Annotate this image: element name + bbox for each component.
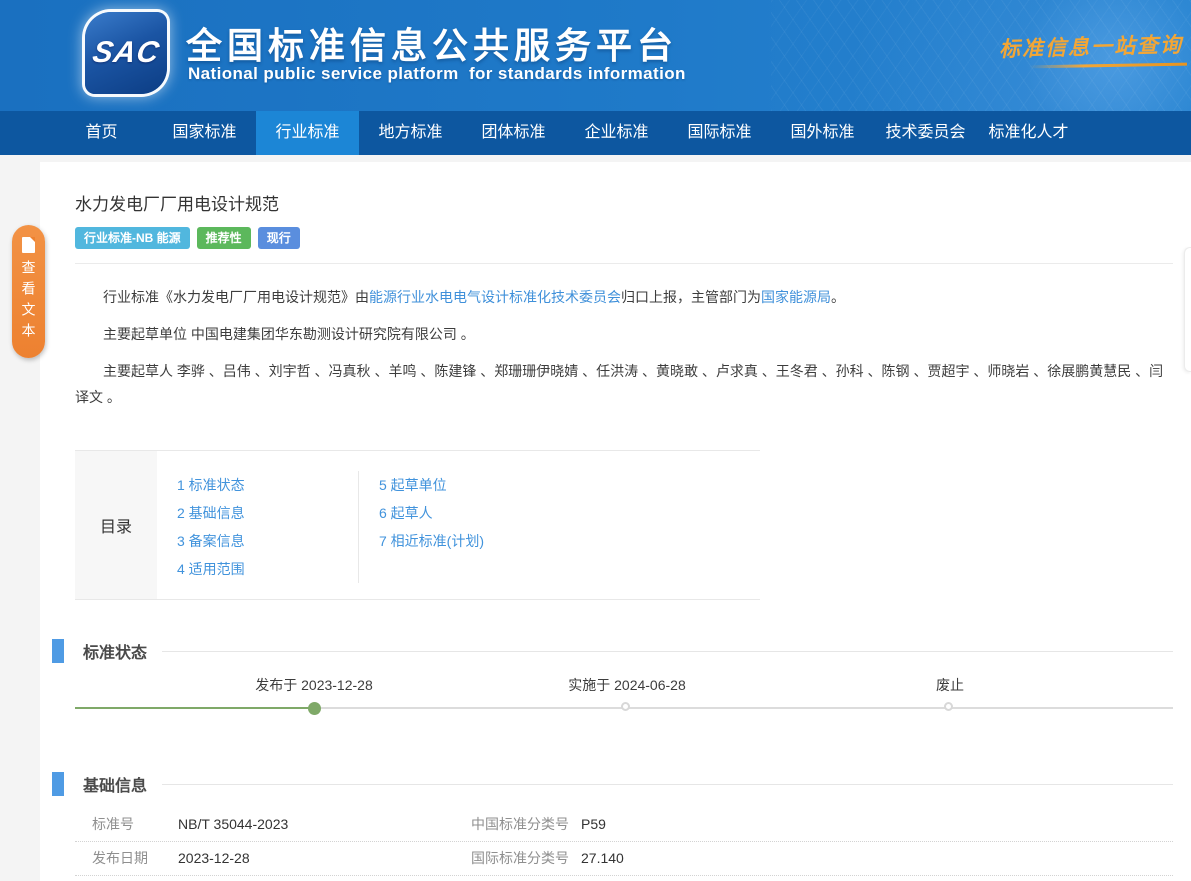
china-classification-label: 中国标准分类号 <box>471 814 581 834</box>
milestone-abolished-label: 废止 <box>840 675 1060 695</box>
nav-item-enterprise-standards[interactable]: 企业标准 <box>565 111 668 155</box>
site-subtitle: National public service platform for sta… <box>188 64 686 84</box>
table-row: 实施日期 2024-06-28 归口单位 能源行业水电电气设计标准化技术委员会 <box>75 876 1173 881</box>
sac-logo[interactable]: SAC <box>85 12 167 94</box>
section-marker <box>52 639 64 663</box>
nav-item-technical-committee[interactable]: 技术委员会 <box>874 111 977 155</box>
toc-title: 目录 <box>75 451 157 599</box>
status-section-header: 标准状态 <box>52 639 1191 663</box>
site-header: SAC 全国标准信息公共服务平台 National public service… <box>0 0 1191 111</box>
intro-suffix: 。 <box>831 289 845 305</box>
nav-item-industry-standards[interactable]: 行业标准 <box>256 111 359 155</box>
toc-columns: 1 标准状态 2 基础信息 3 备案信息 4 适用范围 5 起草单位 6 起草人… <box>157 451 658 599</box>
toc-link-drafting-unit[interactable]: 5 起草单位 <box>379 471 658 499</box>
toc-column-2: 5 起草单位 6 起草人 7 相近标准(计划) <box>358 471 658 583</box>
ics-classification-value: 27.140 <box>581 848 1173 868</box>
nav-item-international-standards[interactable]: 国际标准 <box>668 111 771 155</box>
slogan-underline <box>1029 63 1187 69</box>
nav-item-national-standards[interactable]: 国家标准 <box>153 111 256 155</box>
milestone-published-label: 发布于 2023-12-28 <box>204 675 424 695</box>
nav-item-local-standards[interactable]: 地方标准 <box>359 111 462 155</box>
toc-link-similar-standards[interactable]: 7 相近标准(计划) <box>379 527 658 555</box>
intro-middle: 归口上报，主管部门为 <box>621 289 761 305</box>
basic-info-section-title: 基础信息 <box>83 772 147 796</box>
view-text-label: 查看文本 <box>22 260 36 344</box>
nav-item-group-standards[interactable]: 团体标准 <box>462 111 565 155</box>
status-section-title: 标准状态 <box>83 639 147 663</box>
milestone-published-dot <box>308 702 321 715</box>
nav-item-home[interactable]: 首页 <box>50 111 153 155</box>
toc-column-1: 1 标准状态 2 基础信息 3 备案信息 4 适用范围 <box>157 471 358 583</box>
toc-link-record-info[interactable]: 3 备案信息 <box>177 527 358 555</box>
nav-item-standardization-talent[interactable]: 标准化人才 <box>977 111 1080 155</box>
china-classification-value: P59 <box>581 814 1173 834</box>
basic-info-section-header: 基础信息 <box>52 772 1191 796</box>
section-divider-line <box>162 651 1173 652</box>
table-row: 标准号 NB/T 35044-2023 中国标准分类号 P59 <box>75 808 1173 842</box>
table-of-contents: 目录 1 标准状态 2 基础信息 3 备案信息 4 适用范围 5 起草单位 6 … <box>75 450 760 600</box>
drafters-paragraph: 主要起草人 李骅 、吕伟 、刘宇哲 、冯真秋 、羊鸣 、陈建锋 、郑珊珊伊晓婧 … <box>75 358 1173 410</box>
badge-recommended: 推荐性 <box>197 227 251 249</box>
standard-number-label: 标准号 <box>75 814 178 834</box>
toc-link-standard-status[interactable]: 1 标准状态 <box>177 471 358 499</box>
section-marker <box>52 772 64 796</box>
badge-current: 现行 <box>258 227 300 249</box>
status-timeline: 发布于 2023-12-28 实施于 2024-06-28 废止 <box>75 663 1173 733</box>
basic-info-table: 标准号 NB/T 35044-2023 中国标准分类号 P59 发布日期 202… <box>75 808 1173 881</box>
toc-link-scope[interactable]: 4 适用范围 <box>177 555 358 583</box>
badge-row: 行业标准-NB 能源 推荐性 现行 <box>75 227 1191 249</box>
ics-classification-label: 国际标准分类号 <box>471 848 581 868</box>
standard-number-value: NB/T 35044-2023 <box>178 814 471 834</box>
toc-link-drafters[interactable]: 6 起草人 <box>379 499 658 527</box>
publish-date-value: 2023-12-28 <box>178 848 471 868</box>
committee-link[interactable]: 能源行业水电电气设计标准化技术委员会 <box>369 289 621 305</box>
page-title: 水力发电厂厂用电设计规范 <box>75 190 1173 215</box>
milestone-implemented-dot <box>621 702 630 711</box>
publish-date-label: 发布日期 <box>75 848 178 868</box>
milestone-abolished-dot <box>944 702 953 711</box>
authority-link[interactable]: 国家能源局 <box>761 289 831 305</box>
nav-item-foreign-standards[interactable]: 国外标准 <box>771 111 874 155</box>
milestone-implemented-label: 实施于 2024-06-28 <box>517 675 737 695</box>
right-edge-panel-handle[interactable] <box>1184 247 1191 372</box>
badge-industry-standard: 行业标准-NB 能源 <box>75 227 190 249</box>
site-title: 全国标准信息公共服务平台 <box>186 17 678 69</box>
sac-logo-text: SAC <box>90 36 162 70</box>
timeline-progress <box>75 707 314 709</box>
title-divider <box>75 263 1173 264</box>
main-nav: 首页 国家标准 行业标准 地方标准 团体标准 企业标准 国际标准 国外标准 技术… <box>0 111 1191 155</box>
table-row: 发布日期 2023-12-28 国际标准分类号 27.140 <box>75 842 1173 876</box>
section-divider-line <box>162 784 1173 785</box>
view-text-button[interactable]: 查看文本 <box>12 225 45 358</box>
drafting-unit-paragraph: 主要起草单位 中国电建集团华东勘测设计研究院有限公司 。 <box>75 321 1173 347</box>
content-card: 水力发电厂厂用电设计规范 行业标准-NB 能源 推荐性 现行 行业标准《水力发电… <box>40 162 1191 881</box>
toc-link-basic-info[interactable]: 2 基础信息 <box>177 499 358 527</box>
intro-paragraph: 行业标准《水力发电厂厂用电设计规范》由能源行业水电电气设计标准化技术委员会归口上… <box>75 284 1173 310</box>
document-icon <box>22 237 35 253</box>
header-slogan: 标准信息一站查询 <box>999 29 1184 64</box>
intro-prefix: 行业标准《水力发电厂厂用电设计规范》由 <box>103 289 369 305</box>
